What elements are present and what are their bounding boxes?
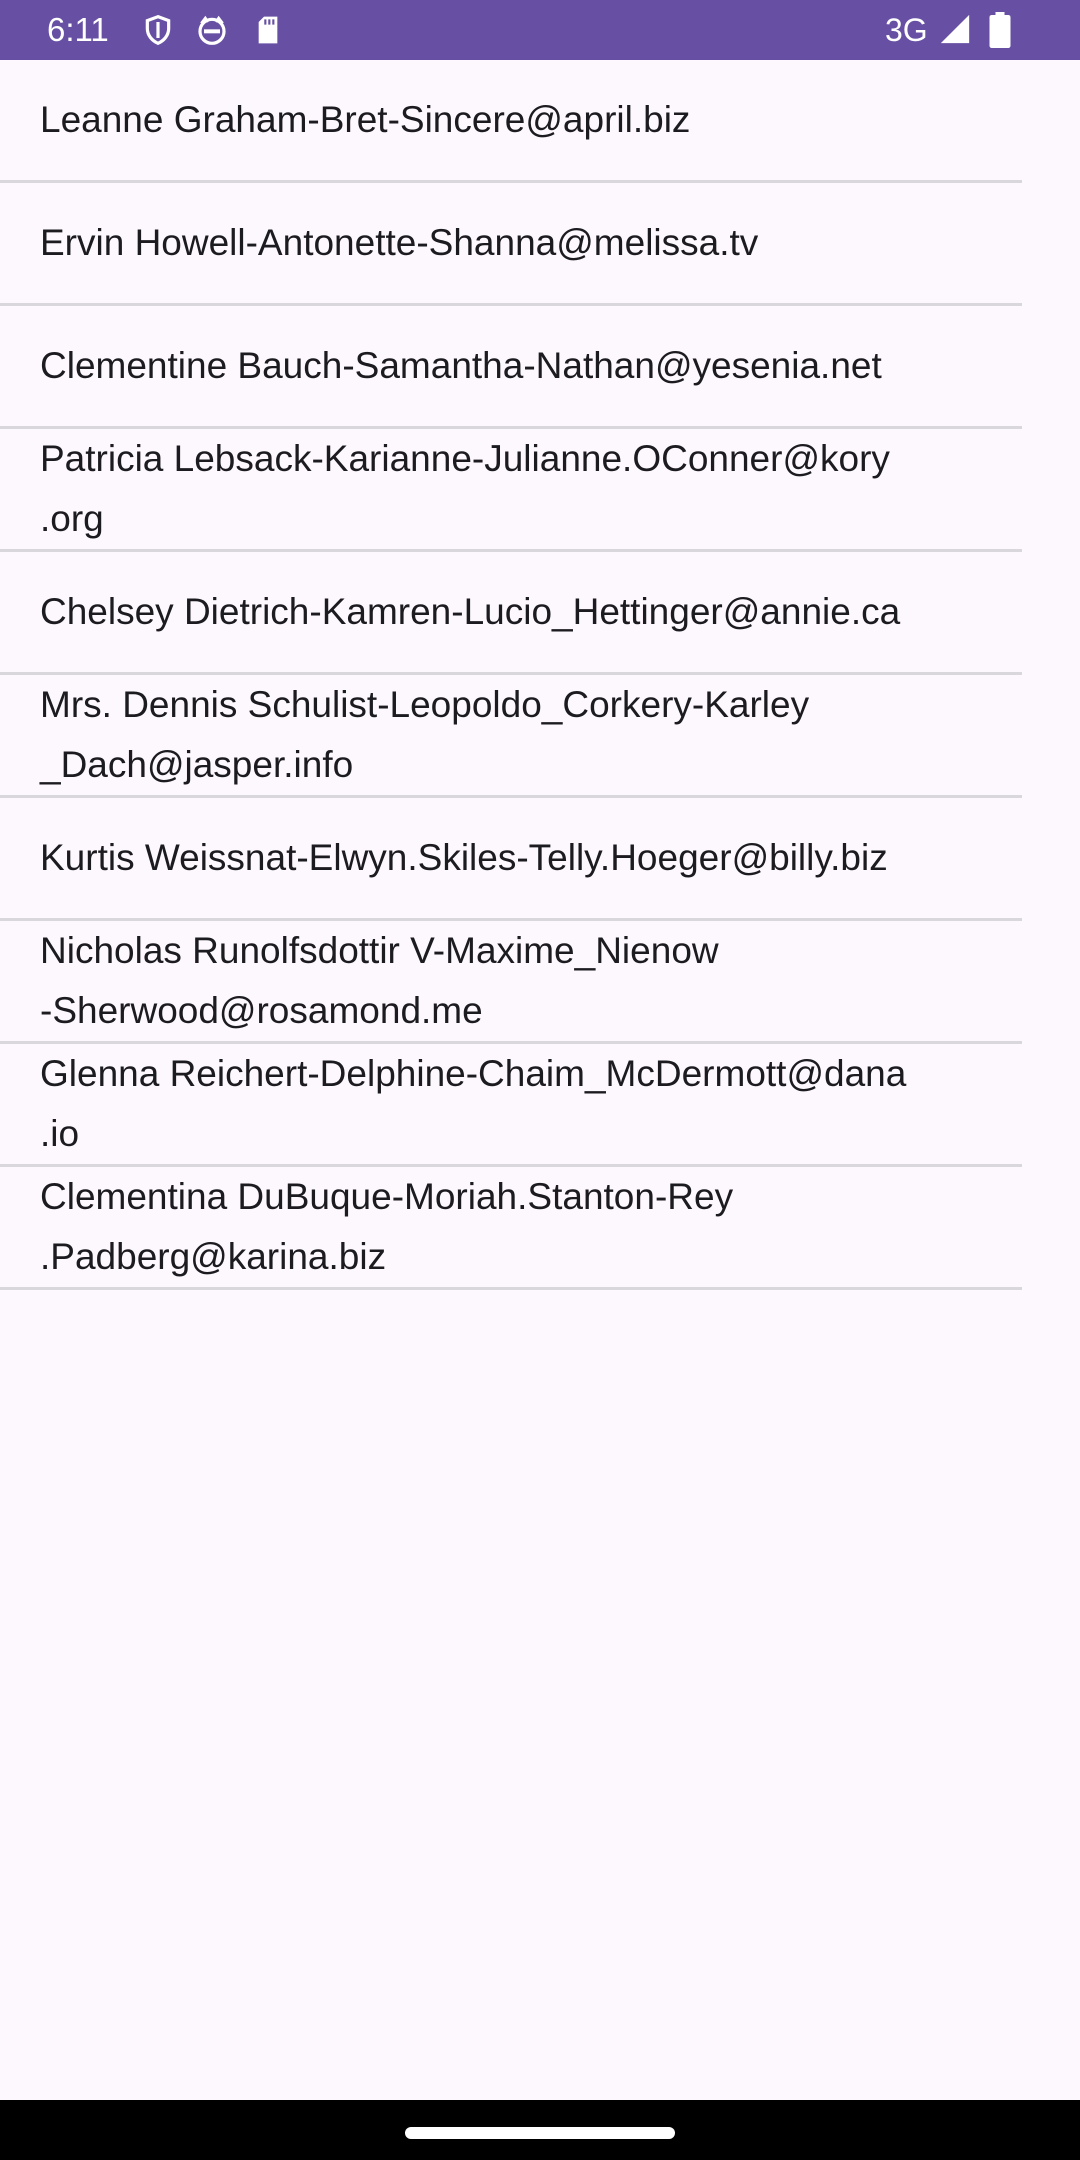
- list-item[interactable]: Mrs. Dennis Schulist-Leopoldo_Corkery-Ka…: [0, 675, 1022, 798]
- network-type-label: 3G: [885, 12, 928, 48]
- battery-icon: [989, 12, 1011, 48]
- list-item-text: Kurtis Weissnat-Elwyn.Skiles-Telly.Hoege…: [40, 837, 888, 878]
- list-item[interactable]: Leanne Graham-Bret-Sincere@april.biz: [0, 60, 1022, 183]
- list-item-text: Clementina DuBuque-Moriah.Stanton-Rey .P…: [40, 1176, 734, 1277]
- home-gesture-handle[interactable]: [405, 2127, 675, 2139]
- list-item[interactable]: Patricia Lebsack-Karianne-Julianne.OConn…: [0, 429, 1022, 552]
- list-item-text: Clementine Bauch-Samantha-Nathan@yesenia…: [40, 345, 882, 386]
- list-item[interactable]: Clementina DuBuque-Moriah.Stanton-Rey .P…: [0, 1167, 1022, 1290]
- cat-icon: [198, 15, 226, 45]
- list-item-text: Glenna Reichert-Delphine-Chaim_McDermott…: [40, 1053, 907, 1154]
- list-item[interactable]: Kurtis Weissnat-Elwyn.Skiles-Telly.Hoege…: [0, 798, 1022, 921]
- list-item[interactable]: Clementine Bauch-Samantha-Nathan@yesenia…: [0, 306, 1022, 429]
- list-item-text: Chelsey Dietrich-Kamren-Lucio_Hettinger@…: [40, 591, 901, 632]
- user-list: Leanne Graham-Bret-Sincere@april.biz Erv…: [0, 60, 1022, 1290]
- status-time: 6:11: [47, 11, 109, 48]
- list-item-text: Patricia Lebsack-Karianne-Julianne.OConn…: [40, 438, 890, 539]
- list-item-text: Ervin Howell-Antonette-Shanna@melissa.tv: [40, 222, 759, 263]
- list-item[interactable]: Ervin Howell-Antonette-Shanna@melissa.tv: [0, 183, 1022, 306]
- list-item[interactable]: Nicholas Runolfsdottir V-Maxime_Nienow -…: [0, 921, 1022, 1044]
- status-bar: 6:11 3G: [0, 0, 1080, 60]
- list-item-text: Nicholas Runolfsdottir V-Maxime_Nienow -…: [40, 930, 719, 1031]
- list-item[interactable]: Chelsey Dietrich-Kamren-Lucio_Hettinger@…: [0, 552, 1022, 675]
- list-item[interactable]: Glenna Reichert-Delphine-Chaim_McDermott…: [0, 1044, 1022, 1167]
- list-item-text: Leanne Graham-Bret-Sincere@april.biz: [40, 99, 691, 140]
- sd-card-icon: [258, 16, 278, 44]
- signal-icon: [940, 14, 970, 44]
- list-item-text: Mrs. Dennis Schulist-Leopoldo_Corkery-Ka…: [40, 684, 810, 785]
- shield-icon: [145, 14, 171, 46]
